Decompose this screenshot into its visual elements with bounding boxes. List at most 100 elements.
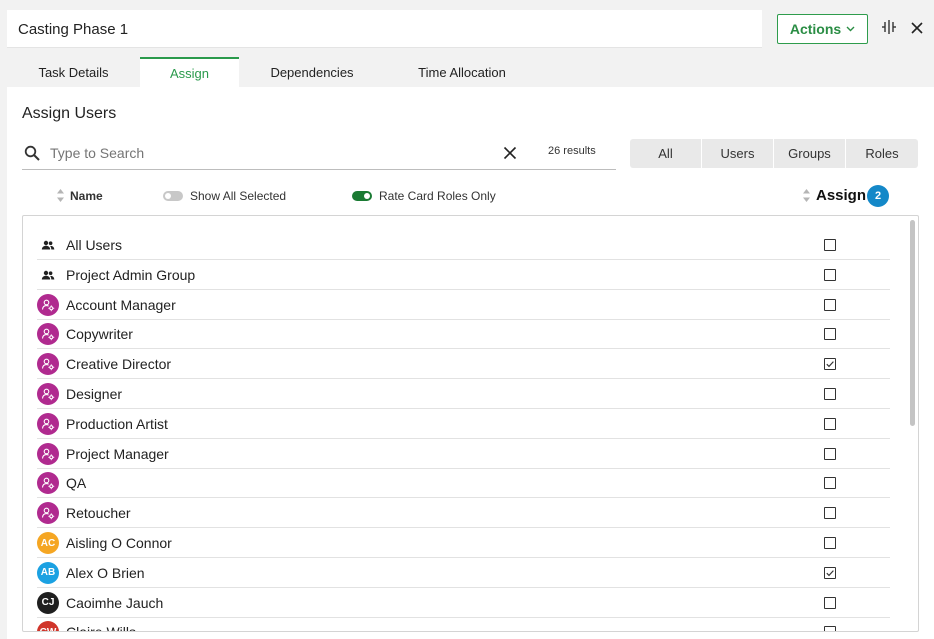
actions-button[interactable]: Actions [777,14,868,44]
list-item-label: Project Manager [66,445,169,462]
list-item-label: Designer [66,386,123,402]
list-item[interactable]: Retoucher [37,498,890,529]
filter-roles[interactable]: Roles [846,139,918,168]
list-item[interactable]: Creative Director [37,349,890,380]
list-item-label: Project Admin Group [66,266,196,283]
show-all-selected-toggle[interactable] [163,191,183,201]
chevron-down-icon [846,24,855,35]
title-bar: Casting Phase 1 [7,10,762,48]
group-icon [37,264,59,286]
avatar-initials: CW [37,621,59,631]
role-badge [37,442,59,465]
list-item[interactable]: CJ Caoimhe Jauch [37,588,890,618]
list-header: Name Show All Selected Rate Card Roles O… [7,185,934,207]
role-icon [37,293,59,316]
filter-users[interactable]: Users [702,139,774,168]
list-item[interactable]: Account Manager [37,290,890,320]
list-item[interactable]: AB Alex O Brien [37,558,890,588]
role-icon [37,383,59,405]
avatar: CW [37,621,59,631]
list-item-label: Aisling O Connor [66,535,172,551]
tab-bar: Task Details Assign Dependencies Time Al… [7,57,539,87]
filter-all[interactable]: All [630,139,702,168]
clear-search-icon[interactable] [503,146,517,160]
assign-checkbox[interactable] [824,537,836,549]
role-icon [37,412,59,435]
split-view-icon[interactable] [881,19,897,35]
scrollbar-thumb[interactable] [910,220,915,426]
role-badge [37,472,59,495]
assign-checkbox[interactable] [824,298,836,311]
assign-checkbox[interactable] [824,507,836,520]
tab-task-details[interactable]: Task Details [7,57,140,87]
role-icon [37,502,59,525]
group-icon [37,234,59,256]
list-item-label: Caoimhe Jauch [66,594,164,611]
tab-assign[interactable]: Assign [140,57,239,87]
assign-checkbox[interactable] [824,626,836,631]
results-count: 26 results [548,145,596,157]
list-item-label: Claire Wills [66,624,136,631]
search-bar: 26 results [22,137,616,170]
list-item-label: Alex O Brien [66,564,145,581]
role-badge [37,383,59,405]
assign-checkbox[interactable] [824,596,836,609]
task-title: Casting Phase 1 [18,21,129,38]
list-item-label: Production Artist [66,415,168,432]
filter-groups[interactable]: Groups [774,139,846,168]
scrollbar[interactable] [906,216,918,631]
assign-checkbox[interactable] [824,268,836,281]
role-icon [37,323,59,346]
page-title: Assign Users [22,105,117,122]
avatar-initials: CJ [37,591,59,614]
name-column-header[interactable]: Name [70,189,103,203]
sort-name-icon[interactable] [56,188,65,203]
search-input[interactable] [50,143,490,163]
rate-card-roles-only-label: Rate Card Roles Only [379,189,496,203]
sort-assign-icon[interactable] [802,188,811,203]
rate-card-roles-only-toggle[interactable] [352,191,372,201]
assign-checkbox[interactable] [824,328,836,341]
list-item-label: Retoucher [66,505,131,522]
show-all-selected-label: Show All Selected [190,189,287,203]
role-badge [37,502,59,525]
assign-checkbox[interactable] [824,239,836,251]
list-item[interactable]: Project Manager [37,439,890,469]
avatar: AC [37,532,59,554]
assign-checkbox[interactable] [824,566,836,579]
list-item[interactable]: QA [37,468,890,499]
avatar-initials: AC [37,532,59,554]
role-badge [37,293,59,316]
avatar: CJ [37,591,59,614]
list-item[interactable]: Production Artist [37,409,890,439]
assign-panel: Assign Users 26 results All Users Groups… [7,87,934,639]
list-item[interactable]: AC Aisling O Connor [37,528,890,558]
list-item-label: QA [66,475,87,492]
assign-count-badge: 2 [867,185,889,207]
avatar-initials: AB [37,561,59,584]
list-item[interactable]: Copywriter [37,319,890,350]
close-icon[interactable] [910,21,924,35]
list-item-label: Copywriter [66,326,133,343]
list-item[interactable]: CW Claire Wills [37,617,890,631]
role-badge [37,323,59,346]
search-icon [24,145,40,161]
assign-checkbox[interactable] [824,358,836,371]
avatar: AB [37,561,59,584]
list-item[interactable]: All Users [37,230,890,260]
assignee-list: All Users Project Admin Group Account Mana… [22,215,919,632]
assign-column-header[interactable]: Assign [816,187,866,204]
assign-checkbox[interactable] [824,447,836,460]
assign-checkbox[interactable] [824,417,836,430]
list-item[interactable]: Project Admin Group [37,260,890,290]
assign-checkbox[interactable] [824,477,836,490]
tab-time-allocation[interactable]: Time Allocation [385,57,539,87]
role-icon [37,353,59,376]
toggle-knob [165,193,171,199]
filter-segmented-control: All Users Groups Roles [630,139,918,168]
tab-dependencies[interactable]: Dependencies [239,57,385,87]
actions-label: Actions [789,21,842,37]
list-item-label: Account Manager [66,296,176,313]
assign-checkbox[interactable] [824,388,836,400]
list-item[interactable]: Designer [37,379,890,409]
